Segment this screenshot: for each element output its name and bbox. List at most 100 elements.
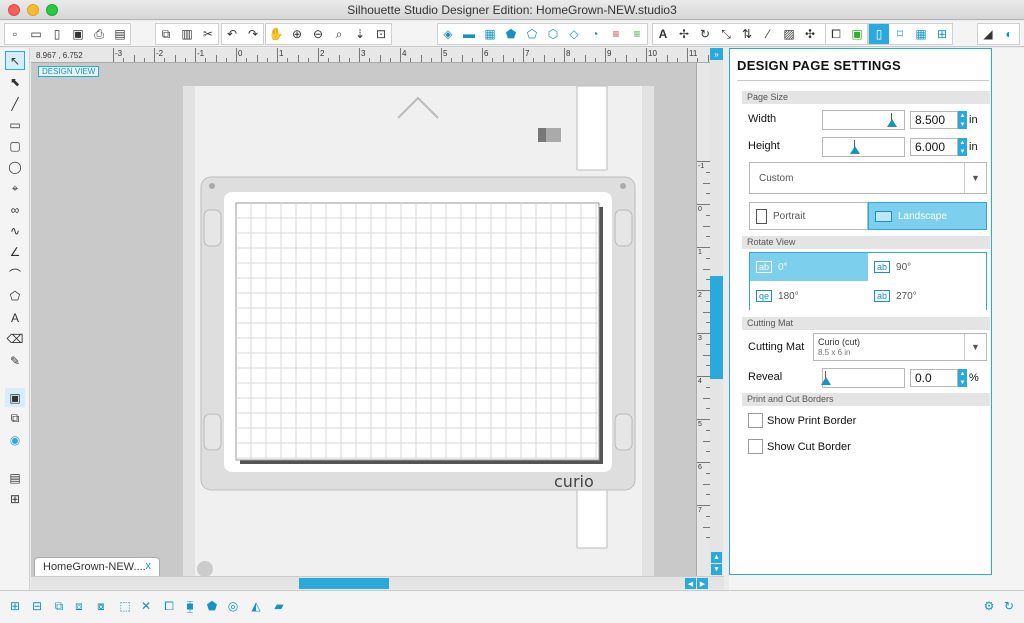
width-input[interactable]: 8.500: [910, 111, 958, 129]
mat-dropdown-arrow-icon[interactable]: ▼: [964, 334, 986, 360]
transform-icon[interactable]: ◇: [564, 24, 584, 44]
duplicate-icon[interactable]: ⧠: [160, 597, 178, 615]
layers-icon[interactable]: ▨: [779, 24, 799, 44]
redo-icon[interactable]: ↷: [243, 24, 263, 44]
library-view-icon[interactable]: ⧉: [5, 409, 25, 428]
line-color-icon[interactable]: ≡: [627, 24, 647, 44]
horizontal-scroll-thumb[interactable]: [299, 578, 389, 589]
bring-front-icon[interactable]: ⧇: [92, 597, 110, 615]
regular-polygon-icon[interactable]: ⬠: [5, 286, 25, 305]
knife-icon[interactable]: ◔: [585, 24, 605, 44]
gradient-icon[interactable]: ▬: [459, 24, 479, 44]
vertical-scrollbar[interactable]: ▲ ▼: [710, 48, 723, 576]
knife-tool-icon[interactable]: ✎: [5, 351, 25, 370]
reveal-input[interactable]: 0.0: [910, 369, 958, 387]
open-file-icon[interactable]: ▭: [26, 24, 46, 44]
height-stepper[interactable]: ▲ ▼: [958, 138, 967, 156]
point-edit-icon[interactable]: ⬉: [5, 72, 25, 91]
rotate-90-button[interactable]: ab 90°: [868, 253, 986, 281]
select-tool-icon[interactable]: ↖: [5, 51, 25, 70]
warp-icon[interactable]: ⁄: [758, 24, 778, 44]
print-icon[interactable]: ⎙: [89, 24, 109, 44]
polygon-tool-icon[interactable]: ⌖: [5, 179, 25, 198]
collapse-panel-icon[interactable]: »: [710, 48, 723, 60]
scroll-left-arrow-icon[interactable]: ◀: [685, 578, 696, 589]
rotate-180-button[interactable]: qe 180°: [750, 282, 868, 310]
width-slider-thumb[interactable]: [887, 119, 897, 127]
undo-icon[interactable]: ↶: [222, 24, 242, 44]
reveal-slider-thumb[interactable]: [821, 377, 831, 385]
landscape-button[interactable]: Landscape: [868, 202, 987, 230]
trace-icon[interactable]: ⬡: [543, 24, 563, 44]
scroll-right-arrow-icon[interactable]: ▶: [697, 578, 708, 589]
registration-icon[interactable]: ⊞: [932, 24, 952, 44]
modify-icon[interactable]: ⇅: [737, 24, 757, 44]
settings-gear-icon[interactable]: ⚙: [980, 597, 998, 615]
text-icon[interactable]: A: [653, 24, 673, 44]
rotate-icon[interactable]: ↻: [695, 24, 715, 44]
library-icon[interactable]: ⧠: [826, 24, 846, 44]
new-file-icon[interactable]: ▫: [5, 24, 25, 44]
release-compound-icon[interactable]: ⧈: [70, 597, 88, 615]
pattern-icon[interactable]: ▦: [480, 24, 500, 44]
scale-icon[interactable]: ⤡: [716, 24, 736, 44]
weld-icon[interactable]: ✣: [800, 24, 820, 44]
group-icon[interactable]: ⊞: [6, 597, 24, 615]
paste-icon[interactable]: ▥: [177, 24, 197, 44]
eraser-icon[interactable]: ◢: [978, 24, 998, 44]
send-icon[interactable]: ◐: [999, 24, 1019, 44]
store-view-icon[interactable]: ◉: [5, 430, 25, 449]
close-tab-icon[interactable]: x: [146, 560, 152, 572]
mirror-icon[interactable]: ⧯: [181, 597, 199, 615]
freehand-tool-icon[interactable]: ∿: [5, 221, 25, 240]
send-back-icon[interactable]: ⬚: [116, 597, 134, 615]
ungroup-icon[interactable]: ⊟: [28, 597, 46, 615]
design-canvas[interactable]: curio: [31, 48, 709, 576]
height-slider[interactable]: [822, 137, 905, 157]
text-tool-icon[interactable]: A: [5, 308, 25, 327]
page-size-dropdown[interactable]: Custom ▼: [749, 162, 987, 194]
save-icon[interactable]: ▣: [68, 24, 88, 44]
zoom-drag-icon[interactable]: ⇣: [350, 24, 370, 44]
compound-path-icon[interactable]: ⧉: [50, 597, 68, 615]
smooth-freehand-icon[interactable]: ∠: [5, 242, 25, 261]
fit-page-icon[interactable]: ⊡: [371, 24, 391, 44]
page-settings-icon[interactable]: ▯: [869, 24, 889, 44]
eraser-tool-icon[interactable]: ⌫: [5, 329, 25, 348]
cut-icon[interactable]: ✂: [198, 24, 218, 44]
store-icon[interactable]: ▣: [847, 24, 867, 44]
horizontal-scrollbar[interactable]: ◀ ▶: [31, 576, 724, 589]
pan-icon[interactable]: ✋: [266, 24, 286, 44]
zoom-out-icon[interactable]: ⊖: [308, 24, 328, 44]
offset-shape-icon[interactable]: ⬟: [203, 597, 221, 615]
vertical-scroll-thumb[interactable]: [710, 276, 723, 379]
replicate-icon[interactable]: ✢: [674, 24, 694, 44]
grid-icon[interactable]: ▦: [911, 24, 931, 44]
height-slider-thumb[interactable]: [850, 146, 860, 154]
reveal-slider[interactable]: [821, 368, 905, 388]
save-sd-icon[interactable]: ▯: [47, 24, 67, 44]
rotate-270-button[interactable]: ab 270°: [868, 282, 986, 310]
line-style-icon[interactable]: ≡: [606, 24, 626, 44]
lock-icon[interactable]: ▰: [270, 597, 288, 615]
show-cut-border-checkbox[interactable]: [748, 439, 763, 454]
fill-bucket-icon[interactable]: ◭: [247, 597, 265, 615]
zoom-in-icon[interactable]: ⊕: [287, 24, 307, 44]
scroll-up-arrow-icon[interactable]: ▲: [711, 552, 722, 563]
scroll-down-arrow-icon[interactable]: ▼: [711, 564, 722, 575]
reveal-stepper[interactable]: ▲ ▼: [958, 369, 967, 387]
offset-icon[interactable]: ⬠: [522, 24, 542, 44]
design-view-icon[interactable]: ▣: [5, 388, 25, 407]
split-layout-icon[interactable]: ⊞: [5, 489, 25, 508]
height-input[interactable]: 6.000: [910, 138, 958, 156]
shape-icon[interactable]: ⬟: [501, 24, 521, 44]
delete-icon[interactable]: ✕: [137, 597, 155, 615]
ellipse-tool-icon[interactable]: ◯: [5, 157, 25, 176]
width-slider[interactable]: [822, 110, 905, 130]
fill-icon[interactable]: ◈: [438, 24, 458, 44]
cut-settings-icon[interactable]: ⌑: [890, 24, 910, 44]
arc-tool-icon[interactable]: ⌒: [5, 265, 25, 284]
document-tab[interactable]: HomeGrown-NEW.... x: [34, 557, 160, 576]
portrait-button[interactable]: Portrait: [749, 202, 868, 230]
curve-tool-icon[interactable]: ∞: [5, 200, 25, 219]
